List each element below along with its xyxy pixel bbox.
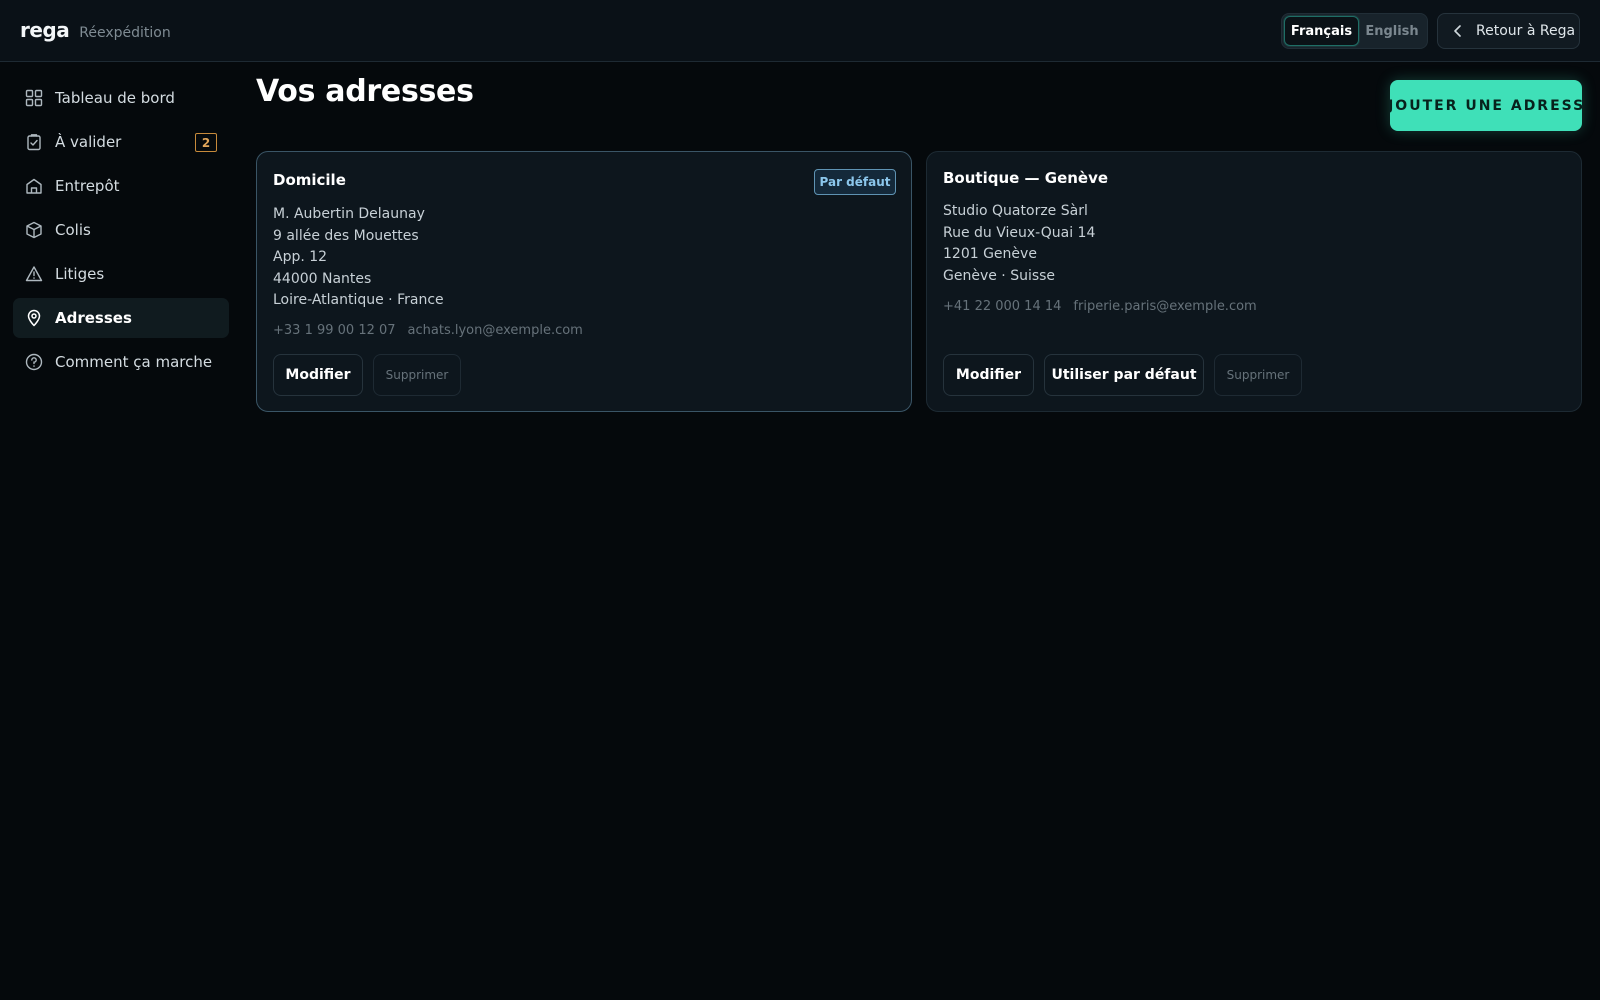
warning-icon	[25, 266, 43, 282]
clipboard-check-icon	[27, 134, 41, 151]
sidebar-item-label: Entrepôt	[55, 177, 120, 195]
pending-count-badge: 2	[195, 133, 217, 152]
edit-address-button[interactable]: Modifier	[943, 354, 1034, 396]
edit-address-button[interactable]: Modifier	[273, 354, 363, 396]
brand[interactable]: rega Réexpédition	[20, 18, 171, 42]
address-line: M. Aubertin Delaunay	[273, 206, 425, 222]
grid-icon	[25, 89, 43, 107]
address-name: Domicile	[273, 171, 346, 189]
warehouse-icon	[26, 178, 42, 194]
language-english-button[interactable]: English	[1359, 16, 1425, 46]
address-phone: +33 1 99 00 12 07	[273, 323, 396, 338]
address-line: Rue du Vieux-Quai 14	[943, 224, 1096, 241]
sidebar-item-label: Adresses	[55, 309, 132, 327]
address-line: Loire-Atlantique · France	[273, 292, 444, 309]
address-email: friperie.paris@exemple.com	[1073, 299, 1257, 314]
address-card-home: Domicile Par défaut M. Aubertin Delaunay…	[256, 151, 912, 412]
set-default-address-button[interactable]: Utiliser par défaut	[1044, 354, 1204, 396]
top-bar: rega Réexpédition Français English Retou…	[0, 0, 1600, 62]
address-contact: +33 1 99 00 12 07 achats.lyon@exemple.co…	[273, 323, 583, 338]
sidebar-item-disputes[interactable]: Litiges	[13, 254, 229, 294]
brand-logo[interactable]: rega	[20, 18, 70, 42]
sidebar-item-label: Colis	[55, 221, 91, 239]
address-line: Genève · Suisse	[943, 267, 1056, 284]
address-contact: +41 22 000 14 14 friperie.paris@exemple.…	[943, 299, 1257, 314]
address-email: achats.lyon@exemple.com	[407, 323, 583, 338]
address-card-shop-geneva: Boutique — Genève Studio Quatorze Sàrl R…	[926, 151, 1582, 412]
address-actions: Modifier Utiliser par défaut Supprimer	[943, 354, 1302, 396]
address-lines: M. Aubertin Delaunay 9 allée des Mouette…	[273, 204, 444, 312]
back-to-rega-button[interactable]: Retour à Rega	[1437, 13, 1580, 49]
sidebar-item-label: Litiges	[55, 265, 105, 283]
sidebar-item-addresses[interactable]: Adresses	[13, 298, 229, 338]
sidebar-item-parcels[interactable]: Colis	[13, 210, 229, 250]
address-line: 44000 Nantes	[273, 270, 372, 287]
address-line: 9 allée des Mouettes	[273, 227, 419, 244]
sidebar-item-warehouse[interactable]: Entrepôt	[13, 166, 229, 206]
language-french-button[interactable]: Français	[1284, 16, 1359, 46]
add-address-button[interactable]: AJOUTER UNE ADRESSE	[1390, 80, 1582, 131]
delete-address-button[interactable]: Supprimer	[1214, 354, 1302, 396]
address-lines: Studio Quatorze Sàrl Rue du Vieux-Quai 1…	[943, 201, 1095, 287]
language-switch: Français English	[1281, 13, 1428, 49]
sidebar-item-label: À valider	[55, 133, 122, 151]
address-actions: Modifier Supprimer	[273, 354, 461, 396]
address-phone: +41 22 000 14 14	[943, 299, 1062, 314]
address-name: Boutique — Genève	[943, 169, 1109, 187]
sidebar-item-how-it-works[interactable]: Comment ça marche	[13, 342, 229, 382]
default-badge: Par défaut	[814, 169, 896, 195]
delete-address-button[interactable]: Supprimer	[373, 354, 461, 396]
page-title: Vos adresses	[256, 74, 474, 109]
sidebar-item-to-validate[interactable]: À valider 2	[13, 122, 229, 162]
chevron-left-icon	[1454, 25, 1461, 37]
package-icon	[26, 221, 42, 239]
sidebar-item-label: Comment ça marche	[55, 353, 213, 371]
address-line: 1201 Genève	[943, 246, 1037, 263]
sidebar-item-label: Tableau de bord	[55, 89, 175, 107]
address-line: App. 12	[273, 249, 328, 266]
back-to-rega-label: Retour à Rega	[1476, 23, 1576, 39]
help-circle-icon	[25, 353, 43, 371]
sidebar-item-dashboard[interactable]: Tableau de bord	[13, 78, 229, 118]
address-line: Studio Quatorze Sàrl	[943, 203, 1088, 219]
brand-subtitle: Réexpédition	[79, 25, 171, 41]
map-pin-icon	[27, 309, 41, 327]
